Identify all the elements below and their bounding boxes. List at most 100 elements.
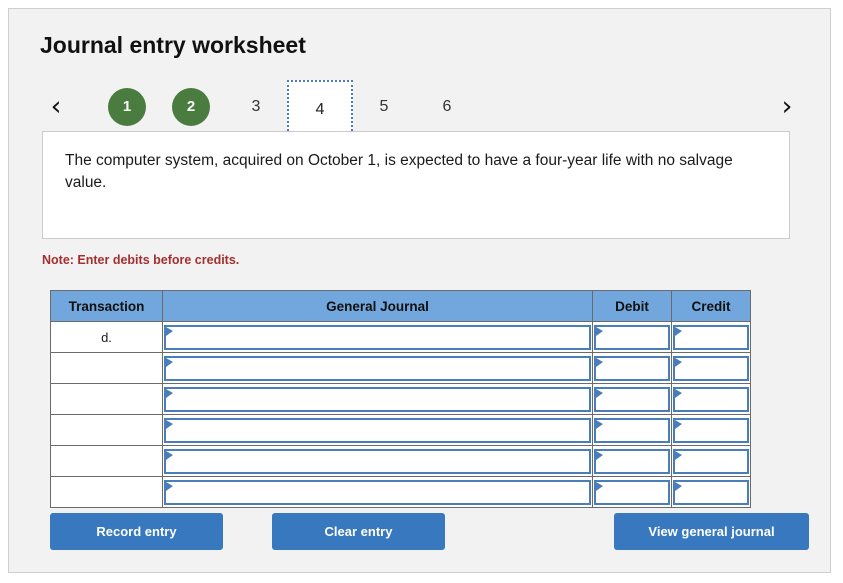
clear-entry-button[interactable]: Clear entry xyxy=(272,513,445,550)
transaction-prompt-box: The computer system, acquired on October… xyxy=(42,131,790,239)
debit-input-1[interactable] xyxy=(594,355,670,381)
dropdown-caret-icon xyxy=(166,388,173,398)
debit-input-5[interactable] xyxy=(594,479,670,505)
dropdown-caret-icon xyxy=(596,388,603,398)
table-row xyxy=(50,383,751,415)
debit-value xyxy=(596,482,668,486)
debit-input-3[interactable] xyxy=(594,417,670,443)
account-select-4[interactable] xyxy=(164,448,591,474)
transaction-label-cell xyxy=(50,414,163,446)
credit-value xyxy=(675,482,747,486)
account-input-cell[interactable] xyxy=(162,476,593,508)
debit-value xyxy=(596,358,668,362)
debit-value xyxy=(596,451,668,455)
debit-input-2[interactable] xyxy=(594,386,670,412)
account-value xyxy=(166,358,589,362)
account-value xyxy=(166,389,589,393)
account-input-cell[interactable] xyxy=(162,383,593,415)
debit-input-cell[interactable] xyxy=(592,352,672,384)
dropdown-caret-icon xyxy=(596,481,603,491)
account-value xyxy=(166,420,589,424)
credit-value xyxy=(675,451,747,455)
view-general-journal-button[interactable]: View general journal xyxy=(614,513,809,550)
account-select-1[interactable] xyxy=(164,355,591,381)
dropdown-caret-icon xyxy=(166,326,173,336)
worksheet-panel: Journal entry worksheet ‹ 1 2 3 4 5 6 › … xyxy=(8,8,831,573)
debit-value xyxy=(596,420,668,424)
account-input-cell[interactable] xyxy=(162,321,593,353)
credit-input-5[interactable] xyxy=(673,479,749,505)
table-row xyxy=(50,352,751,384)
column-header-general-journal: General Journal xyxy=(162,290,593,322)
account-value xyxy=(166,482,589,486)
credit-value xyxy=(675,327,747,331)
step-tab-6[interactable]: 6 xyxy=(428,88,466,126)
account-select-2[interactable] xyxy=(164,386,591,412)
record-entry-button[interactable]: Record entry xyxy=(50,513,223,550)
debit-input-4[interactable] xyxy=(594,448,670,474)
column-header-debit: Debit xyxy=(592,290,672,322)
debit-input-cell[interactable] xyxy=(592,445,672,477)
debit-input-cell[interactable] xyxy=(592,414,672,446)
account-value xyxy=(166,451,589,455)
debit-input-0[interactable] xyxy=(594,324,670,350)
dropdown-caret-icon xyxy=(596,326,603,336)
dropdown-caret-icon xyxy=(166,481,173,491)
account-select-0[interactable] xyxy=(164,324,591,350)
step-tab-3[interactable]: 3 xyxy=(237,88,275,126)
dropdown-caret-icon xyxy=(596,357,603,367)
step-tab-2[interactable]: 2 xyxy=(172,88,210,126)
account-select-5[interactable] xyxy=(164,479,591,505)
transaction-label-cell: d. xyxy=(50,321,163,353)
credit-value xyxy=(675,358,747,362)
table-row xyxy=(50,476,751,508)
dropdown-caret-icon xyxy=(675,326,682,336)
credit-input-cell[interactable] xyxy=(671,414,751,446)
credit-input-cell[interactable] xyxy=(671,383,751,415)
transaction-label-cell xyxy=(50,476,163,508)
dropdown-caret-icon xyxy=(675,357,682,367)
step-tab-4[interactable]: 4 xyxy=(287,80,353,135)
account-input-cell[interactable] xyxy=(162,414,593,446)
dropdown-caret-icon xyxy=(675,481,682,491)
account-select-3[interactable] xyxy=(164,417,591,443)
credit-input-cell[interactable] xyxy=(671,445,751,477)
credit-input-cell[interactable] xyxy=(671,352,751,384)
credit-input-cell[interactable] xyxy=(671,476,751,508)
dropdown-caret-icon xyxy=(596,419,603,429)
debit-input-cell[interactable] xyxy=(592,321,672,353)
transaction-label-cell xyxy=(50,352,163,384)
dropdown-caret-icon xyxy=(675,388,682,398)
table-header-row: Transaction General Journal Debit Credit xyxy=(50,290,751,322)
column-header-credit: Credit xyxy=(671,290,751,322)
credit-input-cell[interactable] xyxy=(671,321,751,353)
debit-value xyxy=(596,389,668,393)
account-value xyxy=(166,327,589,331)
dropdown-caret-icon xyxy=(166,419,173,429)
dropdown-caret-icon xyxy=(675,419,682,429)
debit-input-cell[interactable] xyxy=(592,383,672,415)
account-input-cell[interactable] xyxy=(162,352,593,384)
debit-input-cell[interactable] xyxy=(592,476,672,508)
credit-value xyxy=(675,389,747,393)
credit-input-2[interactable] xyxy=(673,386,749,412)
credit-input-1[interactable] xyxy=(673,355,749,381)
credit-input-0[interactable] xyxy=(673,324,749,350)
credit-value xyxy=(675,420,747,424)
step-tab-1[interactable]: 1 xyxy=(108,88,146,126)
credit-input-4[interactable] xyxy=(673,448,749,474)
next-step-arrow-icon[interactable]: › xyxy=(772,91,802,123)
table-row: d. xyxy=(50,321,751,353)
account-input-cell[interactable] xyxy=(162,445,593,477)
dropdown-caret-icon xyxy=(166,357,173,367)
column-header-transaction: Transaction xyxy=(50,290,163,322)
dropdown-caret-icon xyxy=(166,450,173,460)
page-title: Journal entry worksheet xyxy=(40,32,306,58)
journal-entry-table: Transaction General Journal Debit Credit… xyxy=(50,290,751,508)
debit-value xyxy=(596,327,668,331)
step-tab-5[interactable]: 5 xyxy=(365,88,403,126)
credit-input-3[interactable] xyxy=(673,417,749,443)
table-row xyxy=(50,414,751,446)
previous-step-arrow-icon[interactable]: ‹ xyxy=(41,91,71,123)
step-navigation: ‹ 1 2 3 4 5 6 › xyxy=(9,77,832,137)
